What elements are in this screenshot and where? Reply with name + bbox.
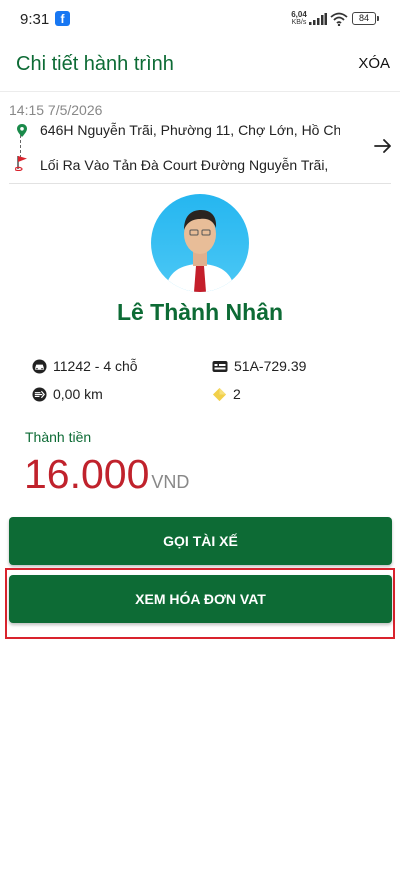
distance-icon [32,386,47,402]
car-icon [32,358,47,374]
plate-info: 51A-729.39 [212,356,306,376]
points-text: 2 [233,386,241,402]
pickup-address: 646H Nguyễn Trãi, Phường 11, Chợ Lớn, Hồ… [40,122,340,138]
price-currency: VND [151,472,190,492]
pickup-pin-icon [17,124,27,137]
facebook-icon: f [55,11,70,26]
points-info: 2 [212,384,241,404]
driver-photo [165,210,235,292]
network-speed-value: 6,04 [291,10,307,19]
driver-name: Lê Thành Nhân [116,299,284,325]
plate-text: 51A-729.39 [234,358,307,374]
arrow-right-icon[interactable] [374,138,392,154]
call-driver-button[interactable]: GỌI TÀI XẾ [9,517,392,565]
status-bar: 9:31 f 6,04 KB/s 84 [0,0,400,38]
network-speed-unit: KB/s [291,19,307,26]
network-speed: 6,04 KB/s [289,11,309,27]
driver-avatar [151,194,249,292]
battery-icon: 84 [352,12,379,25]
trip-divider [9,183,391,184]
dropoff-flag-icon [15,156,27,171]
page-title: Chi tiết hành trình [16,53,174,75]
dropoff-address: Lối Ra Vào Tản Đà Court Đường Nguyễn Trã… [40,157,329,173]
price-amount: 16.000 [24,451,150,497]
distance-info: 0,00 km [32,384,103,404]
trip-route-card[interactable]: 14:15 7/5/2026 646H Nguyễn Trãi, Phường … [0,94,400,186]
price-display: 16.000 VND [24,451,189,498]
trip-datetime: 14:15 7/5/2026 [9,102,103,118]
diamond-icon [212,387,227,401]
plate-icon [212,360,228,372]
signal-icon [309,13,327,25]
status-time: 9:31 [20,11,50,28]
app-header: Chi tiết hành trình XÓA [0,38,400,92]
wifi-icon [330,12,348,26]
vehicle-text: 11242 - 4 chỗ [53,358,138,374]
vehicle-info: 11242 - 4 chỗ [32,356,138,376]
price-label: Thành tiền [25,429,92,445]
delete-button[interactable]: XÓA [358,55,390,72]
distance-text: 0,00 km [53,386,103,402]
view-vat-invoice-button[interactable]: XEM HÓA ĐƠN VAT [9,575,392,623]
